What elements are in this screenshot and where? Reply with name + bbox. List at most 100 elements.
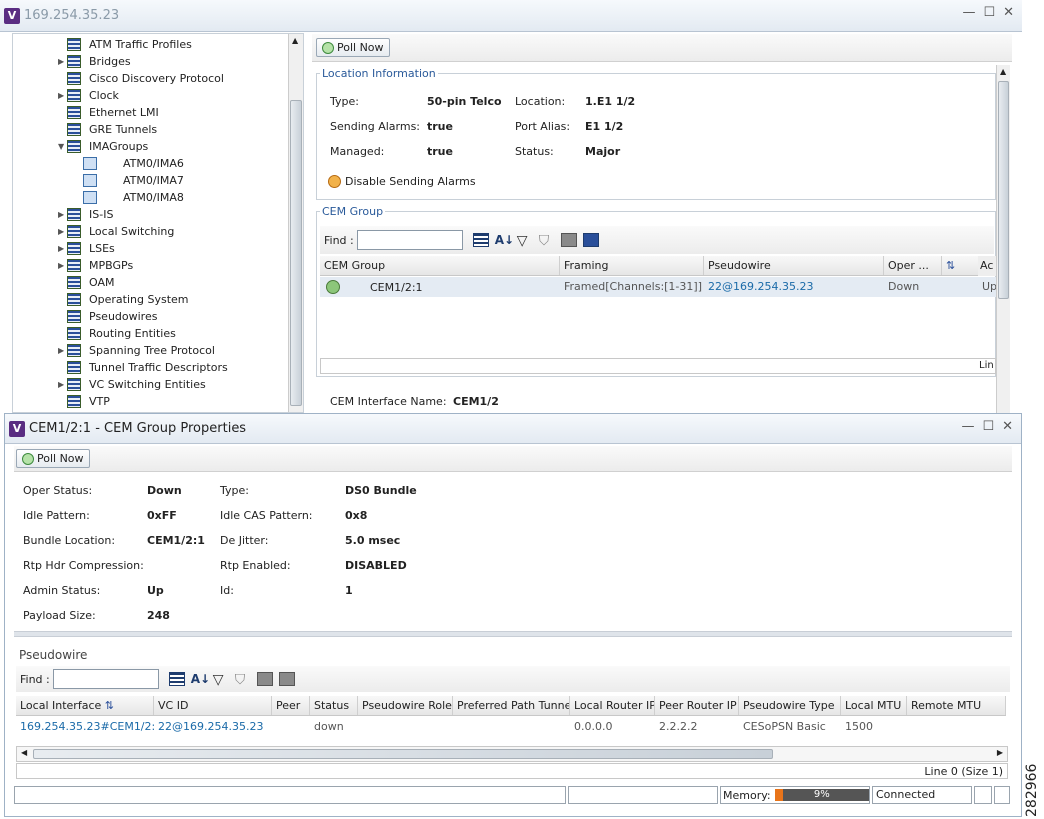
splitter-handle[interactable]: [14, 631, 1012, 637]
col-local-router-ip[interactable]: Local Router IP: [570, 696, 655, 715]
cem-table-row[interactable]: CEM1/2:1 Framed[Channels:[1-31]] 22@169.…: [320, 277, 996, 297]
col-pw-type[interactable]: Pseudowire Type: [739, 696, 841, 715]
tree-item-label: ATM0/IMA7: [123, 174, 184, 187]
sort-icon[interactable]: ⇅: [942, 256, 978, 275]
table-settings-icon[interactable]: [472, 233, 489, 247]
expand-right-icon[interactable]: ▶: [58, 244, 64, 253]
top-scroll-thumb[interactable]: [998, 81, 1009, 299]
pw-find-input[interactable]: [52, 669, 159, 689]
disable-alarms-link[interactable]: Disable Sending Alarms: [328, 175, 476, 188]
tree-item[interactable]: ▶ Clock: [58, 87, 119, 104]
tree-item[interactable]: ▶ Local Switching: [58, 223, 174, 240]
tree-item[interactable]: ▼ IMAGroups: [58, 138, 148, 155]
print-icon[interactable]: [582, 233, 599, 247]
col-ac[interactable]: Ac: [978, 256, 996, 276]
cem-hscrollbar[interactable]: [320, 358, 996, 374]
scroll-right-icon[interactable]: ▶: [997, 748, 1003, 757]
tree-item-label: Bridges: [89, 55, 131, 68]
lin-label: Lin: [979, 360, 994, 371]
expand-right-icon[interactable]: ▶: [58, 261, 64, 270]
main-title-bar: V 169.254.35.23 — ☐ ✕: [0, 0, 1022, 32]
col-remote-mtu[interactable]: Remote MTU: [907, 696, 1006, 715]
scroll-up-icon[interactable]: ▲: [292, 36, 298, 45]
col-local-mtu[interactable]: Local MTU: [841, 696, 907, 715]
col-local-interface[interactable]: Local Interface ⇅: [16, 696, 154, 715]
advanced-filter-icon[interactable]: ⛉: [539, 233, 555, 249]
tree-item[interactable]: ▶ LSEs: [58, 240, 115, 257]
expand-right-icon[interactable]: ▶: [58, 227, 64, 236]
filter-icon[interactable]: ▽: [517, 233, 533, 249]
top-panel-scrollbar[interactable]: ▲: [996, 65, 1010, 413]
col-oper[interactable]: Oper ...: [884, 256, 942, 275]
col-peer-router-ip[interactable]: Peer Router IP: [655, 696, 739, 715]
tree-item[interactable]: ▶ IS-IS: [58, 206, 113, 223]
pw-hscrollbar[interactable]: ◀ ▶: [16, 746, 1008, 762]
tree-item[interactable]: VTP: [67, 393, 110, 410]
col-preferred-path[interactable]: Preferred Path Tunnel: [453, 696, 570, 715]
sort-az-icon[interactable]: A↓: [495, 233, 514, 247]
expand-right-icon[interactable]: ▶: [58, 346, 64, 355]
props-poll-now-button[interactable]: Poll Now: [16, 449, 90, 468]
cem-find-input[interactable]: [356, 230, 463, 250]
folder-icon: [67, 310, 81, 323]
poll-now-button[interactable]: Poll Now: [316, 38, 390, 57]
tree-item[interactable]: ▶ MPBGPs: [58, 257, 133, 274]
tree-item[interactable]: Tunnel Traffic Descriptors: [67, 359, 228, 376]
col-vc-id[interactable]: VC ID: [154, 696, 272, 715]
close-button[interactable]: ✕: [1003, 5, 1014, 20]
vc-id-link[interactable]: 22@169.254.35.23: [154, 717, 272, 737]
pw-scroll-thumb[interactable]: [33, 749, 773, 759]
col-pseudowire[interactable]: Pseudowire: [704, 256, 884, 275]
pw-table-row[interactable]: 169.254.35.23#CEM1/2:1 22@169.254.35.23 …: [16, 717, 1006, 737]
pw-sort-icon: ⇅: [104, 699, 114, 712]
props-close-button[interactable]: ✕: [1002, 419, 1013, 434]
pw-export-icon[interactable]: [256, 672, 273, 686]
scroll-up-icon-2[interactable]: ▲: [1000, 67, 1006, 76]
minimize-button[interactable]: —: [962, 5, 975, 20]
managed-value: true: [427, 145, 453, 158]
folder-icon: [67, 361, 81, 374]
local-mtu-cell: 1500: [845, 720, 873, 733]
tree-item[interactable]: Routing Entities: [67, 325, 176, 342]
tree-item[interactable]: Cisco Discovery Protocol: [67, 70, 224, 87]
col-status[interactable]: Status: [310, 696, 358, 715]
expand-right-icon[interactable]: ▶: [58, 380, 64, 389]
tree-item[interactable]: Pseudowires: [67, 308, 157, 325]
tree-item[interactable]: Operating System: [67, 291, 189, 308]
expand-right-icon[interactable]: ▶: [58, 91, 64, 100]
pw-sort-az-icon[interactable]: A↓: [191, 672, 210, 686]
tree-item[interactable]: GRE Tunnels: [67, 121, 157, 138]
pw-filter-icon[interactable]: ▽: [213, 672, 229, 688]
tree-item[interactable]: ▶ Bridges: [58, 53, 131, 70]
tree-item[interactable]: ATM0/IMA6: [83, 155, 184, 172]
pseudowire-link[interactable]: 22@169.254.35.23: [704, 277, 884, 297]
expand-right-icon[interactable]: ▶: [58, 57, 64, 66]
props-minimize-button[interactable]: —: [961, 419, 974, 434]
local-interface-link[interactable]: 169.254.35.23#CEM1/2:1: [16, 717, 154, 737]
tree-scroll-thumb[interactable]: [290, 100, 302, 406]
tree-scrollbar[interactable]: ▲: [288, 34, 303, 412]
pw-type-cell: CESoPSN Basic: [743, 720, 826, 733]
tree-item[interactable]: Ethernet LMI: [67, 104, 159, 121]
pw-table-settings-icon[interactable]: [168, 672, 185, 686]
tree-item[interactable]: ▶ VC Switching Entities: [58, 376, 206, 393]
pw-print-icon[interactable]: [278, 672, 295, 686]
type-label: Type:: [330, 95, 359, 108]
tree-item[interactable]: ATM Traffic Profiles: [67, 36, 192, 53]
tree-item[interactable]: ▶ Spanning Tree Protocol: [58, 342, 215, 359]
tree-item[interactable]: ATM0/IMA8: [83, 189, 184, 206]
peer-cell: [272, 717, 310, 737]
props-maximize-button[interactable]: ☐: [982, 419, 994, 434]
pw-advanced-filter-icon[interactable]: ⛉: [235, 672, 251, 688]
tree-item[interactable]: OAM: [67, 274, 114, 291]
scroll-left-icon[interactable]: ◀: [21, 748, 27, 757]
export-icon[interactable]: [560, 233, 577, 247]
col-cem-group[interactable]: CEM Group: [320, 256, 560, 275]
expand-down-icon[interactable]: ▼: [58, 142, 64, 151]
col-peer[interactable]: Peer: [272, 696, 310, 715]
expand-right-icon[interactable]: ▶: [58, 210, 64, 219]
maximize-button[interactable]: ☐: [983, 5, 995, 20]
tree-item[interactable]: ATM0/IMA7: [83, 172, 184, 189]
col-pw-role[interactable]: Pseudowire Role: [358, 696, 453, 715]
col-framing[interactable]: Framing: [560, 256, 704, 275]
